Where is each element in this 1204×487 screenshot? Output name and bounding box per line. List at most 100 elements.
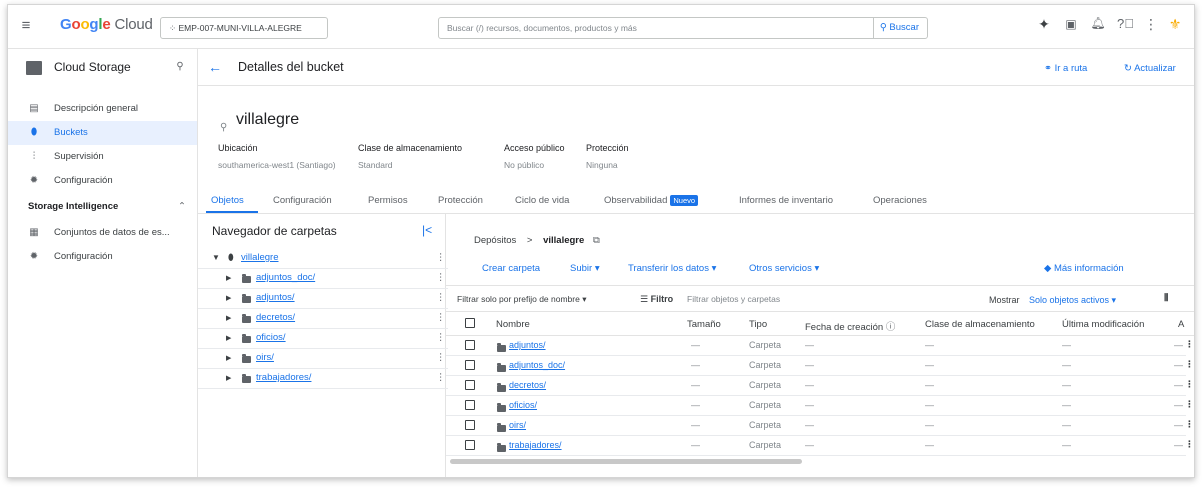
row-checkbox[interactable]: [465, 440, 475, 450]
col-header-name[interactable]: Nombre: [496, 319, 530, 330]
tab-objects[interactable]: Objetos: [211, 195, 244, 206]
tree-row[interactable]: ▶ adjuntos_doc/ ⋮: [198, 269, 448, 289]
more-vert-icon[interactable]: ⋮: [1185, 399, 1194, 410]
col-header-a[interactable]: A: [1178, 319, 1184, 330]
tab-lifecycle[interactable]: Ciclo de vida: [515, 195, 569, 206]
row-checkbox[interactable]: [465, 420, 475, 430]
sidebar-item-si-settings[interactable]: ✹ Configuración: [8, 245, 197, 269]
tree-folder-link[interactable]: oficios/: [256, 332, 286, 343]
more-vert-icon[interactable]: ⋮: [1185, 439, 1194, 450]
more-vert-icon[interactable]: ⋮: [1185, 419, 1194, 430]
tab-protection[interactable]: Protección: [438, 195, 483, 206]
table-row[interactable]: decretos/ — Carpeta — — — — ⋮: [446, 376, 1194, 396]
tab-configuration[interactable]: Configuración: [273, 195, 332, 206]
filter-input[interactable]: Filtrar objetos y carpetas: [687, 294, 780, 304]
more-info-button[interactable]: ◆ Más información: [1044, 263, 1124, 274]
tree-root-link[interactable]: villalegre: [241, 252, 279, 263]
more-vert-icon[interactable]: ⋮: [436, 372, 446, 383]
row-checkbox[interactable]: [465, 380, 475, 390]
more-vert-icon[interactable]: ⋮: [436, 332, 446, 343]
create-folder-button[interactable]: Crear carpeta: [482, 263, 540, 274]
sidebar-item-monitoring[interactable]: ⫶ Supervisión: [8, 145, 197, 169]
more-vert-icon[interactable]: ⋮: [436, 292, 446, 303]
gemini-sparkle-icon[interactable]: ✦: [1036, 16, 1052, 33]
more-vert-icon[interactable]: ⋮: [436, 272, 446, 283]
tab-permissions[interactable]: Permisos: [368, 195, 408, 206]
more-vert-icon[interactable]: ⋮: [436, 312, 446, 323]
prefix-filter-dropdown[interactable]: Filtrar solo por prefijo de nombre ▾: [457, 294, 586, 305]
col-header-type[interactable]: Tipo: [749, 319, 767, 330]
sidebar-item-buckets[interactable]: ⬮ Buckets: [8, 121, 197, 145]
help-icon[interactable]: ?⃝: [1117, 16, 1134, 31]
collapse-panel-icon[interactable]: |<: [422, 223, 432, 237]
col-header-size[interactable]: Tamaño: [687, 319, 721, 330]
account-avatar-icon[interactable]: ⚜: [1168, 16, 1182, 33]
table-row[interactable]: trabajadores/ — Carpeta — — — — ⋮: [446, 436, 1194, 456]
upload-button[interactable]: Subir ▾: [570, 263, 600, 274]
tree-folder-link[interactable]: adjuntos/: [256, 292, 295, 303]
table-row[interactable]: adjuntos_doc/ — Carpeta — — — — ⋮: [446, 356, 1194, 376]
col-header-modified[interactable]: Última modificación: [1062, 319, 1144, 330]
other-services-button[interactable]: Otros servicios ▾: [749, 263, 819, 274]
tree-folder-link[interactable]: adjuntos_doc/: [256, 272, 315, 283]
object-name-link[interactable]: trabajadores/: [509, 440, 562, 450]
table-row[interactable]: oirs/ — Carpeta — — — — ⋮: [446, 416, 1194, 436]
table-row[interactable]: oficios/ — Carpeta — — — — ⋮: [446, 396, 1194, 416]
tree-row[interactable]: ▶ oficios/ ⋮: [198, 329, 448, 349]
sidebar-item-settings[interactable]: ✹ Configuración: [8, 169, 197, 193]
tree-folder-link[interactable]: decretos/: [256, 312, 295, 323]
object-name-link[interactable]: decretos/: [509, 380, 546, 390]
pin-icon[interactable]: ⚲: [174, 61, 186, 72]
search-input[interactable]: Buscar (/) recursos, documentos, product…: [438, 17, 928, 39]
transfer-data-button[interactable]: Transferir los datos ▾: [628, 263, 716, 274]
more-vert-icon[interactable]: ⋮: [1144, 16, 1158, 33]
notifications-bell-icon[interactable]: 🔔︎: [1090, 16, 1106, 30]
tab-operations[interactable]: Operaciones: [873, 195, 927, 206]
tab-inventory-reports[interactable]: Informes de inventario: [739, 195, 833, 206]
sidebar-section-storage-intelligence[interactable]: Storage Intelligence ⌃: [8, 195, 197, 219]
tab-observability[interactable]: Observabilidad Nuevo: [604, 195, 699, 206]
breadcrumb-root[interactable]: Depósitos: [474, 235, 516, 246]
copy-icon[interactable]: ⧉: [593, 235, 600, 246]
refresh-button[interactable]: ↻ Actualizar: [1124, 63, 1176, 74]
more-vert-icon[interactable]: ⋮: [1185, 379, 1194, 390]
tree-root-row[interactable]: ▼ ⬮ villalegre ⋮: [198, 249, 448, 269]
tree-row[interactable]: ▶ trabajadores/ ⋮: [198, 369, 448, 389]
folder-icon: [497, 363, 506, 373]
hamburger-menu-icon[interactable]: ≡: [18, 17, 34, 34]
filter-button[interactable]: ☰ Filtro: [640, 294, 673, 305]
object-name-link[interactable]: adjuntos/: [509, 340, 546, 350]
tree-row[interactable]: ▶ decretos/ ⋮: [198, 309, 448, 329]
object-name-link[interactable]: oirs/: [509, 420, 526, 430]
collapsed-caret-icon: ▶: [226, 335, 232, 342]
select-all-checkbox[interactable]: [465, 318, 475, 328]
more-vert-icon[interactable]: ⋮: [1185, 359, 1194, 370]
row-checkbox[interactable]: [465, 360, 475, 370]
more-vert-icon[interactable]: ⋮: [436, 252, 446, 263]
show-objects-dropdown[interactable]: Solo objetos activos ▾: [1029, 295, 1116, 306]
object-name-link[interactable]: adjuntos_doc/: [509, 360, 565, 370]
horizontal-scrollbar[interactable]: [450, 459, 802, 464]
search-button[interactable]: ⚲ Buscar: [872, 18, 919, 38]
column-display-icon[interactable]: ⦀: [1164, 293, 1168, 304]
table-row[interactable]: adjuntos/ — Carpeta — — — — ⋮: [446, 336, 1194, 356]
tree-folder-link[interactable]: oirs/: [256, 352, 274, 363]
sidebar-item-datasets[interactable]: ▦ Conjuntos de datos de es...: [8, 221, 197, 245]
goto-path-button[interactable]: ⚭ Ir a ruta: [1044, 63, 1087, 74]
back-arrow-icon[interactable]: ←: [208, 59, 222, 75]
more-vert-icon[interactable]: ⋮: [436, 352, 446, 363]
row-checkbox[interactable]: [465, 340, 475, 350]
tree-folder-link[interactable]: trabajadores/: [256, 372, 311, 383]
project-selector[interactable]: ⁘ EMP-007-MUNI-VILLA-ALEGRE: [160, 17, 328, 39]
google-cloud-logo[interactable]: Google Cloud: [60, 16, 153, 33]
collapsed-caret-icon: ▶: [226, 355, 232, 362]
row-checkbox[interactable]: [465, 400, 475, 410]
cloud-shell-icon[interactable]: ▣: [1063, 17, 1079, 31]
col-header-storage-class[interactable]: Clase de almacenamiento: [925, 319, 1035, 330]
tree-row[interactable]: ▶ adjuntos/ ⋮: [198, 289, 448, 309]
more-vert-icon[interactable]: ⋮: [1185, 339, 1194, 350]
sidebar-item-overview[interactable]: ▤ Descripción general: [8, 97, 197, 121]
object-name-link[interactable]: oficios/: [509, 400, 537, 410]
tree-row[interactable]: ▶ oirs/ ⋮: [198, 349, 448, 369]
col-header-created[interactable]: Fecha de creación ⓘ: [805, 319, 895, 333]
